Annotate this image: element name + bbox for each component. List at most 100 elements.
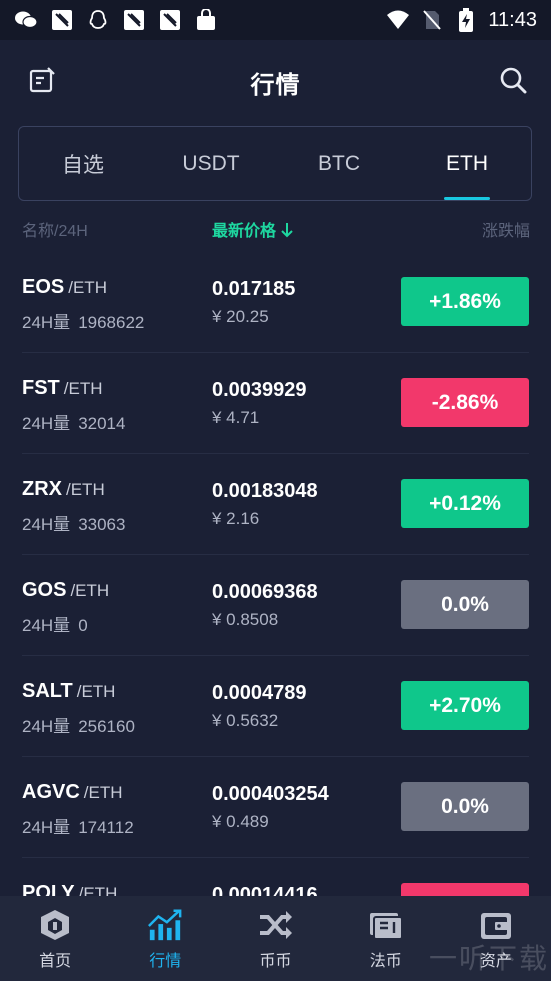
nav-exchange[interactable]: 币币 (220, 896, 330, 981)
nav-market[interactable]: 行情 (110, 896, 220, 981)
coin-symbol: POLY/ETH (22, 882, 117, 896)
bag-icon (194, 9, 218, 31)
column-price-sort[interactable]: 最新价格 (212, 217, 294, 241)
home-icon (37, 907, 73, 943)
qq-icon (86, 9, 110, 31)
change-badge[interactable]: 0.0% (401, 580, 529, 629)
cny-price: ¥ 20.25 (212, 307, 269, 326)
app-icon (158, 9, 182, 31)
nav-home-label: 首页 (39, 952, 72, 970)
wifi-icon (386, 9, 410, 31)
coin-symbol: FST/ETH (22, 377, 103, 400)
tab-usdt[interactable]: USDT (147, 127, 275, 200)
tab-eth[interactable]: ETH (403, 127, 531, 200)
change-badge[interactable] (401, 883, 529, 896)
volume-label: 24H量 (22, 818, 71, 837)
volume-label: 24H量 (22, 717, 71, 736)
latest-price: 0.00069368 (212, 581, 318, 603)
status-time: 11:43 (488, 8, 537, 31)
column-price-label: 最新价格 (212, 223, 277, 240)
arrow-down-icon (280, 223, 294, 240)
market-row[interactable]: AGVC/ETH 24H量 174112 0.000403254 ¥ 0.489 0.0% (22, 757, 529, 858)
nav-fiat[interactable]: 法币 (331, 896, 441, 981)
change-badge[interactable]: +1.86% (401, 277, 529, 326)
cny-price: ¥ 0.5632 (212, 711, 279, 730)
coin-base: POLY (22, 882, 75, 896)
column-name-label[interactable]: 名称/24H (22, 217, 88, 241)
coin-base: AGVC (22, 781, 80, 803)
market-list: EOS/ETH 24H量 1968622 0.017185 ¥ 20.25 +1.86% F… (0, 252, 551, 896)
coin-quote: /ETH (70, 581, 110, 600)
nav-assets-label: 资产 (479, 952, 512, 970)
cny-price: ¥ 0.8508 (212, 610, 279, 629)
latest-price: 0.000403254 (212, 783, 329, 805)
latest-price: 0.00183048 (212, 480, 318, 502)
coin-quote: /ETH (63, 379, 103, 398)
market-row[interactable]: SALT/ETH 24H量 256160 0.0004789 ¥ 0.5632 +2.70… (22, 656, 529, 757)
nav-fiat-label: 法币 (369, 952, 402, 970)
nav-market-label: 行情 (149, 952, 182, 970)
volume-24h: 24H量 174112 (22, 813, 134, 838)
volume-24h: 24H量 0 (22, 611, 88, 636)
cny-price: ¥ 4.71 (212, 408, 260, 427)
bottom-nav: 首页 行情 币币 法币 资产 (0, 896, 551, 981)
exchange-icon (258, 907, 294, 943)
volume-value: 33063 (78, 515, 126, 534)
coin-base: GOS (22, 579, 67, 601)
volume-value: 32014 (78, 414, 126, 433)
market-row[interactable]: ZRX/ETH 24H量 33063 0.00183048 ¥ 2.16 +0.12% (22, 454, 529, 555)
market-chart-icon (147, 907, 183, 943)
app-icon (50, 9, 74, 31)
change-badge[interactable]: 0.0% (401, 782, 529, 831)
volume-24h: 24H量 256160 (22, 712, 135, 737)
app-icon (122, 9, 146, 31)
nav-assets[interactable]: 资产 (441, 896, 551, 981)
latest-price: 0.00014416 (212, 884, 318, 896)
wechat-icon (14, 9, 38, 31)
coin-quote: /ETH (66, 480, 105, 499)
no-sim-icon (420, 9, 444, 31)
change-badge[interactable]: +0.12% (401, 479, 529, 528)
volume-24h: 24H量 32014 (22, 409, 125, 434)
battery-charging-icon (454, 8, 478, 32)
market-row[interactable]: GOS/ETH 24H量 0 0.00069368 ¥ 0.8508 0.0% (22, 555, 529, 656)
edit-button[interactable] (24, 64, 60, 100)
coin-symbol: GOS/ETH (22, 579, 109, 602)
search-icon (499, 66, 527, 99)
coin-quote: /ETH (68, 278, 107, 297)
cny-price: ¥ 0.489 (212, 812, 269, 831)
fiat-icon (368, 907, 404, 943)
search-button[interactable] (495, 64, 531, 100)
nav-exchange-label: 币币 (259, 952, 292, 970)
tab-btc[interactable]: BTC (275, 127, 403, 200)
coin-symbol: ZRX/ETH (22, 478, 105, 501)
volume-value: 0 (78, 616, 88, 635)
latest-price: 0.0004789 (212, 682, 307, 704)
latest-price: 0.0039929 (212, 379, 307, 401)
market-row[interactable]: POLY/ETH24H量0.00014416 (22, 858, 529, 896)
volume-value: 1968622 (78, 313, 145, 332)
volume-label: 24H量 (22, 313, 71, 332)
cny-price: ¥ 2.16 (212, 509, 260, 528)
market-row[interactable]: EOS/ETH 24H量 1968622 0.017185 ¥ 20.25 +1.86% (22, 252, 529, 353)
market-tabs: 自选 USDT BTC ETH (18, 126, 532, 201)
coin-base: ZRX (22, 478, 62, 500)
volume-value: 174112 (78, 818, 134, 837)
column-change-label[interactable]: 涨跌幅 (482, 217, 530, 241)
coin-base: FST (22, 377, 60, 399)
coin-symbol: EOS/ETH (22, 276, 107, 299)
tab-favorites[interactable]: 自选 (19, 127, 147, 200)
coin-quote: /ETH (83, 783, 123, 802)
market-row[interactable]: FST/ETH 24H量 32014 0.0039929 ¥ 4.71 -2.86% (22, 353, 529, 454)
volume-label: 24H量 (22, 616, 71, 635)
volume-label: 24H量 (22, 515, 71, 534)
nav-home[interactable]: 首页 (0, 896, 110, 981)
volume-24h: 24H量 33063 (22, 510, 125, 535)
change-badge[interactable]: +2.70% (401, 681, 529, 730)
volume-label: 24H量 (22, 414, 71, 433)
volume-value: 256160 (78, 717, 135, 736)
coin-base: EOS (22, 276, 65, 298)
change-badge[interactable]: -2.86% (401, 378, 529, 427)
page-title: 行情 (250, 71, 301, 99)
app-header: 行情 (0, 40, 551, 124)
